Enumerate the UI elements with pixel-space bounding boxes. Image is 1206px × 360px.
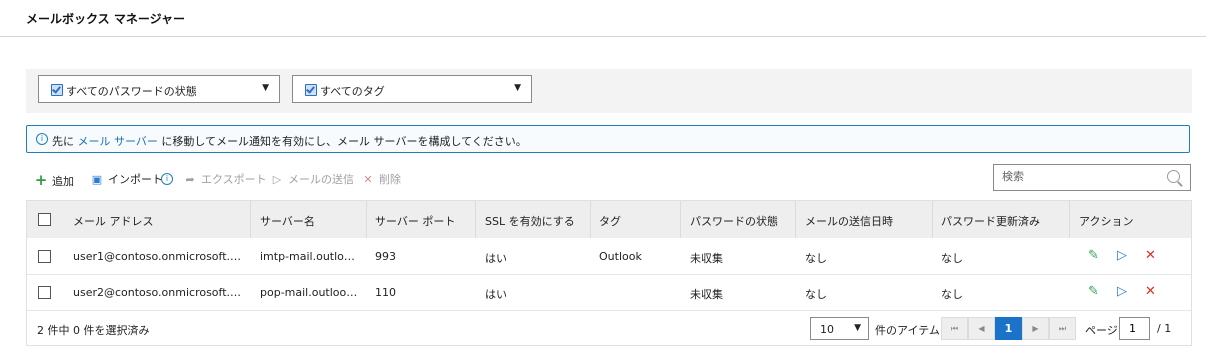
export-label: エクスポート [201,173,267,186]
col-email[interactable]: メール アドレス [73,213,154,229]
page-number-input[interactable] [1129,322,1149,335]
import-info-icon[interactable]: i [161,171,173,185]
ssl-cell: はい [485,288,507,301]
password-state-cell: 未収集 [690,252,723,265]
page-label: ページ [1085,324,1118,337]
delete-label: 削除 [379,173,401,186]
export-icon: ➦ [185,173,195,186]
page-size-value: 10 [820,323,834,336]
column-divider[interactable] [795,201,796,238]
delete-button[interactable]: ✕ 削除 [361,171,401,187]
edit-icon[interactable]: ✎ [1088,284,1099,299]
export-button[interactable]: ➦ エクスポート [183,171,267,187]
mailbox-table: メール アドレス サーバー名 サーバー ポート SSL を有効にする タグ パス… [26,200,1192,346]
next-page-button[interactable]: ▶ [1022,317,1049,340]
password-state-label: すべてのパスワードの状態 [66,85,197,98]
edit-icon[interactable]: ✎ [1088,248,1099,263]
filter-checkbox-icon [51,84,63,96]
col-sent-at[interactable]: メールの送信日時 [805,213,893,229]
column-divider[interactable] [932,201,933,238]
col-actions: アクション [1079,215,1134,228]
first-page-button[interactable]: ⏮ [941,317,968,340]
last-page-button[interactable]: ⏭ [1049,317,1076,340]
page-size-select[interactable]: 10 ▼ [810,317,869,340]
select-all-checkbox[interactable] [38,213,51,226]
search-box[interactable] [993,164,1191,191]
delete-icon: ✕ [363,173,373,186]
server-cell: imtp-mail.outlo… [260,250,355,263]
import-icon: ▣ [91,173,103,186]
table-row[interactable]: user1@contoso.onmicrosoft.… imtp-mail.ou… [27,238,1191,275]
table-footer: 2 件中 0 件を選択済み 10 ▼ 件のアイテム ⏮ ◀ 1 ▶ ⏭ ページ … [27,310,1191,346]
filter-checkbox-icon [305,84,317,96]
selection-count: 2 件中 0 件を選択済み [37,324,150,337]
sent-at-cell: なし [805,252,827,265]
send-icon[interactable]: ▷ [1117,248,1127,263]
import-button[interactable]: ▣ インポート [90,171,163,187]
ssl-cell: はい [485,252,507,265]
add-button[interactable]: + 追加 [34,171,74,189]
total-pages: / 1 [1157,322,1172,335]
page-number-field[interactable] [1119,317,1150,340]
search-input[interactable] [1002,170,1152,183]
send-label: メールの送信 [288,173,354,186]
table-header: メール アドレス サーバー名 サーバー ポート SSL を有効にする タグ パス… [27,201,1191,238]
info-suffix: に移動してメール通知を有効にし、メール サーバーを構成してください。 [161,135,527,148]
page-title: メールボックス マネージャー [26,12,185,26]
add-label: 追加 [52,175,74,188]
row-checkbox[interactable] [38,250,51,263]
caret-down-icon: ▼ [514,83,521,93]
info-banner: i 先に メール サーバー に移動してメール通知を有効にし、メール サーバーを構… [26,125,1190,153]
column-divider[interactable] [475,201,476,238]
sent-at-cell: なし [805,288,827,301]
column-divider[interactable] [366,201,367,238]
col-password-updated[interactable]: パスワード更新済み [941,213,1040,229]
column-divider[interactable] [1069,201,1070,238]
table-row[interactable]: user2@contoso.onmicrosoft.… pop-mail.out… [27,274,1191,311]
send-icon: ▷ [272,173,282,186]
tag-dropdown[interactable]: すべてのタグ ▼ [292,75,532,103]
delete-icon[interactable]: ✕ [1145,284,1156,299]
col-tag[interactable]: タグ [599,213,621,229]
tag-cell: Outlook [599,250,642,263]
server-cell: pop-mail.outloo… [260,286,358,299]
column-divider[interactable] [590,201,591,238]
search-icon[interactable] [1167,170,1180,183]
col-port[interactable]: サーバー ポート [375,213,455,229]
column-divider[interactable] [680,201,681,238]
caret-down-icon: ▼ [262,83,269,93]
page-header: メールボックス マネージャー [0,0,1206,37]
info-icon: i [36,133,48,145]
items-label: 件のアイテム [875,324,940,337]
tag-label: すべてのタグ [320,85,385,98]
info-message: 先に メール サーバー に移動してメール通知を有効にし、メール サーバーを構成し… [52,133,527,149]
email-cell: user2@contoso.onmicrosoft.… [73,286,242,299]
port-cell: 993 [375,250,396,263]
send-icon[interactable]: ▷ [1117,284,1127,299]
caret-down-icon: ▼ [854,323,861,333]
password-updated-cell: なし [941,252,963,265]
password-state-cell: 未収集 [690,288,723,301]
prev-page-button[interactable]: ◀ [968,317,995,340]
password-updated-cell: なし [941,288,963,301]
delete-icon[interactable]: ✕ [1145,248,1156,263]
col-password-state[interactable]: パスワードの状態 [690,213,778,229]
column-divider[interactable] [250,201,251,238]
send-mail-button[interactable]: ▷ メールの送信 [270,171,354,187]
plus-icon: + [34,171,48,189]
col-ssl[interactable]: SSL を有効にする [485,213,575,229]
import-label: インポート [108,173,163,186]
current-page-button[interactable]: 1 [995,317,1022,340]
row-checkbox[interactable] [38,286,51,299]
mail-server-link[interactable]: メール サーバー [78,135,158,148]
password-state-dropdown[interactable]: すべてのパスワードの状態 ▼ [38,75,280,103]
port-cell: 110 [375,286,396,299]
filter-bar: すべてのパスワードの状態 ▼ すべてのタグ ▼ [26,69,1192,113]
col-server[interactable]: サーバー名 [260,213,315,229]
info-prefix: 先に [52,135,74,148]
email-cell: user1@contoso.onmicrosoft.… [73,250,242,263]
